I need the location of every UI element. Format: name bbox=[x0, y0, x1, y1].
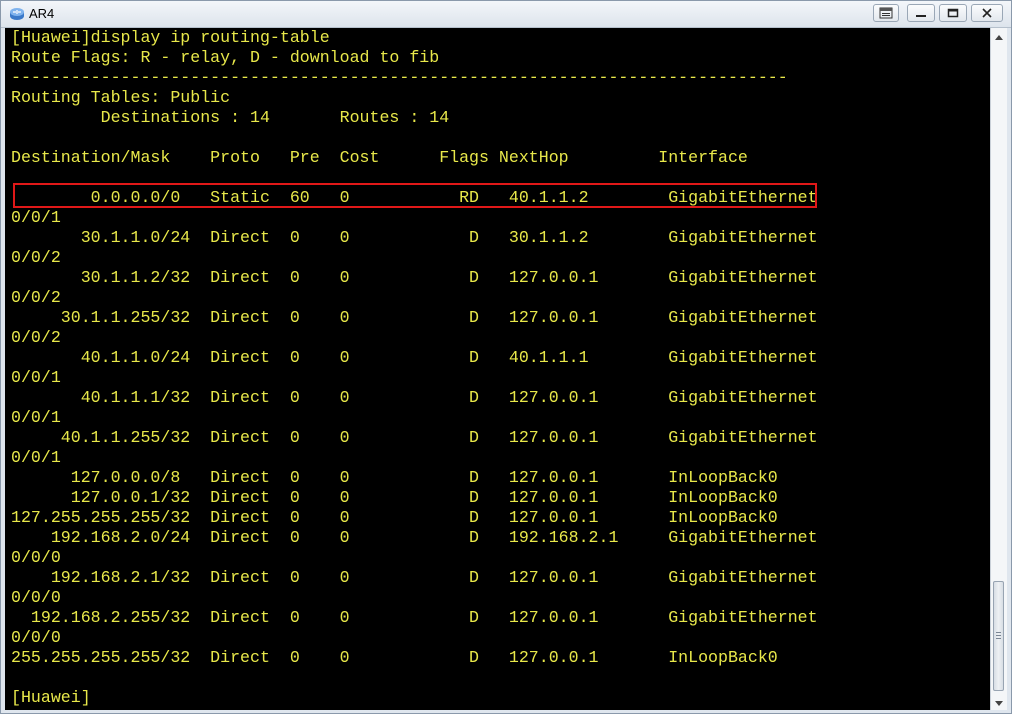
restore-window-button[interactable] bbox=[873, 4, 899, 22]
terminal-line: 0/0/0 bbox=[11, 588, 61, 607]
terminal-line: Destination/Mask Proto Pre Cost Flags Ne… bbox=[11, 148, 748, 167]
scroll-up-arrow-icon bbox=[995, 27, 1003, 45]
terminal-line: 255.255.255.255/32 Direct 0 0 D 127.0.0.… bbox=[11, 648, 778, 667]
scroll-up-button[interactable] bbox=[991, 28, 1007, 44]
terminal-line: 192.168.2.255/32 Direct 0 0 D 127.0.0.1 … bbox=[11, 608, 818, 627]
terminal-line: 30.1.1.0/24 Direct 0 0 D 30.1.1.2 Gigabi… bbox=[11, 228, 818, 247]
terminal-line: 40.1.1.0/24 Direct 0 0 D 40.1.1.1 Gigabi… bbox=[11, 348, 818, 367]
default-route-highlight-box bbox=[13, 183, 817, 208]
terminal-line: 127.0.0.1/32 Direct 0 0 D 127.0.0.1 InLo… bbox=[11, 488, 778, 507]
title-bar[interactable]: AR4 bbox=[1, 1, 1011, 28]
terminal-line: Routing Tables: Public bbox=[11, 88, 231, 107]
minimize-icon bbox=[915, 8, 927, 18]
terminal-line: 0/0/2 bbox=[11, 288, 61, 307]
close-icon bbox=[981, 8, 993, 18]
terminal-line: 0/0/2 bbox=[11, 328, 61, 347]
terminal-line: 0/0/1 bbox=[11, 368, 61, 387]
minimize-button[interactable] bbox=[907, 4, 935, 22]
window-title: AR4 bbox=[29, 6, 55, 21]
terminal-prompt: [Huawei] bbox=[11, 688, 91, 707]
terminal-line: 0/0/1 bbox=[11, 448, 61, 467]
terminal-line: [Huawei]display ip routing-table bbox=[11, 28, 330, 47]
restore-window-icon bbox=[879, 7, 893, 19]
terminal-line: Route Flags: R - relay, D - download to … bbox=[11, 48, 440, 67]
terminal-line: 0/0/0 bbox=[11, 628, 61, 647]
scroll-down-arrow-icon bbox=[995, 693, 1003, 711]
terminal-line: 127.0.0.0/8 Direct 0 0 D 127.0.0.1 InLoo… bbox=[11, 468, 778, 487]
terminal-line: 0/0/2 bbox=[11, 248, 61, 267]
terminal-line: 30.1.1.2/32 Direct 0 0 D 127.0.0.1 Gigab… bbox=[11, 268, 818, 287]
terminal-line: 40.1.1.255/32 Direct 0 0 D 127.0.0.1 Gig… bbox=[11, 428, 818, 447]
terminal-line: ----------------------------------------… bbox=[11, 68, 788, 87]
vertical-scrollbar[interactable] bbox=[990, 28, 1007, 710]
router-app-icon bbox=[9, 6, 25, 22]
terminal-window: AR4 [Huawei]display ip routing-table Rou… bbox=[0, 0, 1012, 714]
terminal-line: 40.1.1.1/32 Direct 0 0 D 127.0.0.1 Gigab… bbox=[11, 388, 818, 407]
scrollbar-thumb[interactable] bbox=[993, 581, 1004, 691]
terminal-line: 192.168.2.0/24 Direct 0 0 D 192.168.2.1 … bbox=[11, 528, 818, 547]
terminal-line: 192.168.2.1/32 Direct 0 0 D 127.0.0.1 Gi… bbox=[11, 568, 818, 587]
terminal-line: 0/0/1 bbox=[11, 208, 61, 227]
terminal-line: 127.255.255.255/32 Direct 0 0 D 127.0.0.… bbox=[11, 508, 778, 527]
maximize-button[interactable] bbox=[939, 4, 967, 22]
terminal-line: 0/0/0 bbox=[11, 548, 61, 567]
terminal-line: 0/0/1 bbox=[11, 408, 61, 427]
scroll-down-button[interactable] bbox=[991, 694, 1007, 710]
close-button[interactable] bbox=[971, 4, 1003, 22]
terminal-output[interactable]: [Huawei]display ip routing-table Route F… bbox=[5, 28, 990, 710]
terminal-line: 30.1.1.255/32 Direct 0 0 D 127.0.0.1 Gig… bbox=[11, 308, 818, 327]
maximize-icon bbox=[947, 8, 959, 18]
terminal-line: Destinations : 14 Routes : 14 bbox=[11, 108, 450, 127]
